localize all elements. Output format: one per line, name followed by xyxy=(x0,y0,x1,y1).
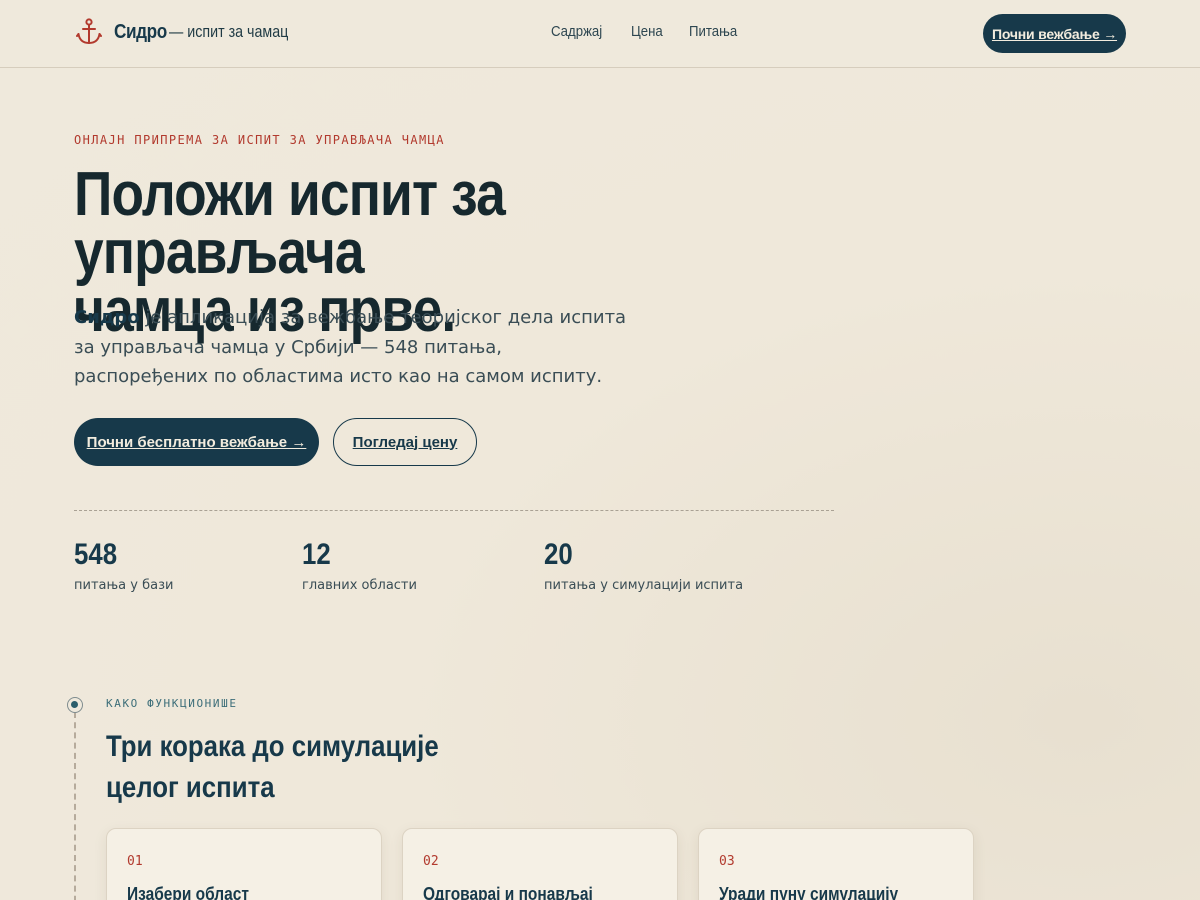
how-title-line-1: Три корака до симулације xyxy=(106,730,439,763)
hero-title-line-1: Положи испит за управљача xyxy=(74,160,506,287)
how-title-line-2: целог испита xyxy=(106,771,275,804)
step-title: Изабери област xyxy=(127,884,249,900)
stat-questions: 548 питања у бази xyxy=(74,538,173,593)
stat-label: питања у бази xyxy=(74,578,174,593)
start-free-practice-button[interactable]: Почни бесплатно вежбање → xyxy=(74,418,319,466)
how-it-works-title: Три корака до симулације целог испита xyxy=(106,726,450,808)
anchor-icon xyxy=(76,18,102,45)
step-card[interactable]: 03 Уради пуну симулацију xyxy=(698,828,974,900)
stats-divider xyxy=(74,510,834,511)
stat-value: 548 xyxy=(74,538,118,571)
stat-value: 20 xyxy=(544,538,573,571)
stat-label: главних области xyxy=(302,578,417,593)
step-number: 03 xyxy=(719,854,735,869)
timeline-line xyxy=(74,712,76,900)
hero-description: Сидро је апликација за вежбање теоријско… xyxy=(74,303,634,392)
hero-description-brand: Сидро xyxy=(74,307,140,328)
nav-link-contents[interactable]: Садржај xyxy=(551,23,602,40)
nav-link-questions[interactable]: Питања xyxy=(689,23,737,40)
stat-areas: 12 главних области xyxy=(302,538,417,593)
stat-label: питања у симулацији испита xyxy=(544,578,744,593)
stat-simulation: 20 питања у симулацији испита xyxy=(544,538,743,593)
step-title: Уради пуну симулацију xyxy=(719,884,899,900)
step-number: 02 xyxy=(423,854,439,869)
step-card[interactable]: 02 Одговарај и понављај xyxy=(402,828,678,900)
view-price-button[interactable]: Погледај цену xyxy=(333,418,477,466)
stat-value: 12 xyxy=(302,538,331,571)
step-title: Одговарај и понављај xyxy=(423,884,593,900)
hero-description-text: је апликација за вежбање теоријског дела… xyxy=(74,307,627,387)
site-header: Сидро — испит за чамац Садржај Цена Пита… xyxy=(0,0,1200,68)
hero-eyebrow: ОНЛАЈН ПРИПРЕМА ЗА ИСПИТ ЗА УПРАВЉАЧА ЧА… xyxy=(74,133,445,147)
main-nav: Садржај Цена Питања xyxy=(551,23,744,40)
brand-name: Сидро xyxy=(114,20,167,43)
step-card[interactable]: 01 Изабери област xyxy=(106,828,382,900)
start-practice-button[interactable]: Почни вежбање → xyxy=(983,14,1126,53)
step-number: 01 xyxy=(127,854,143,869)
brand[interactable]: Сидро — испит за чамац xyxy=(76,18,311,46)
nav-link-price[interactable]: Цена xyxy=(631,23,663,40)
how-it-works-eyebrow: КАКО ФУНКЦИОНИШЕ xyxy=(106,697,238,710)
timeline-dot-icon xyxy=(67,697,83,713)
brand-tagline: — испит за чамац xyxy=(169,22,289,41)
